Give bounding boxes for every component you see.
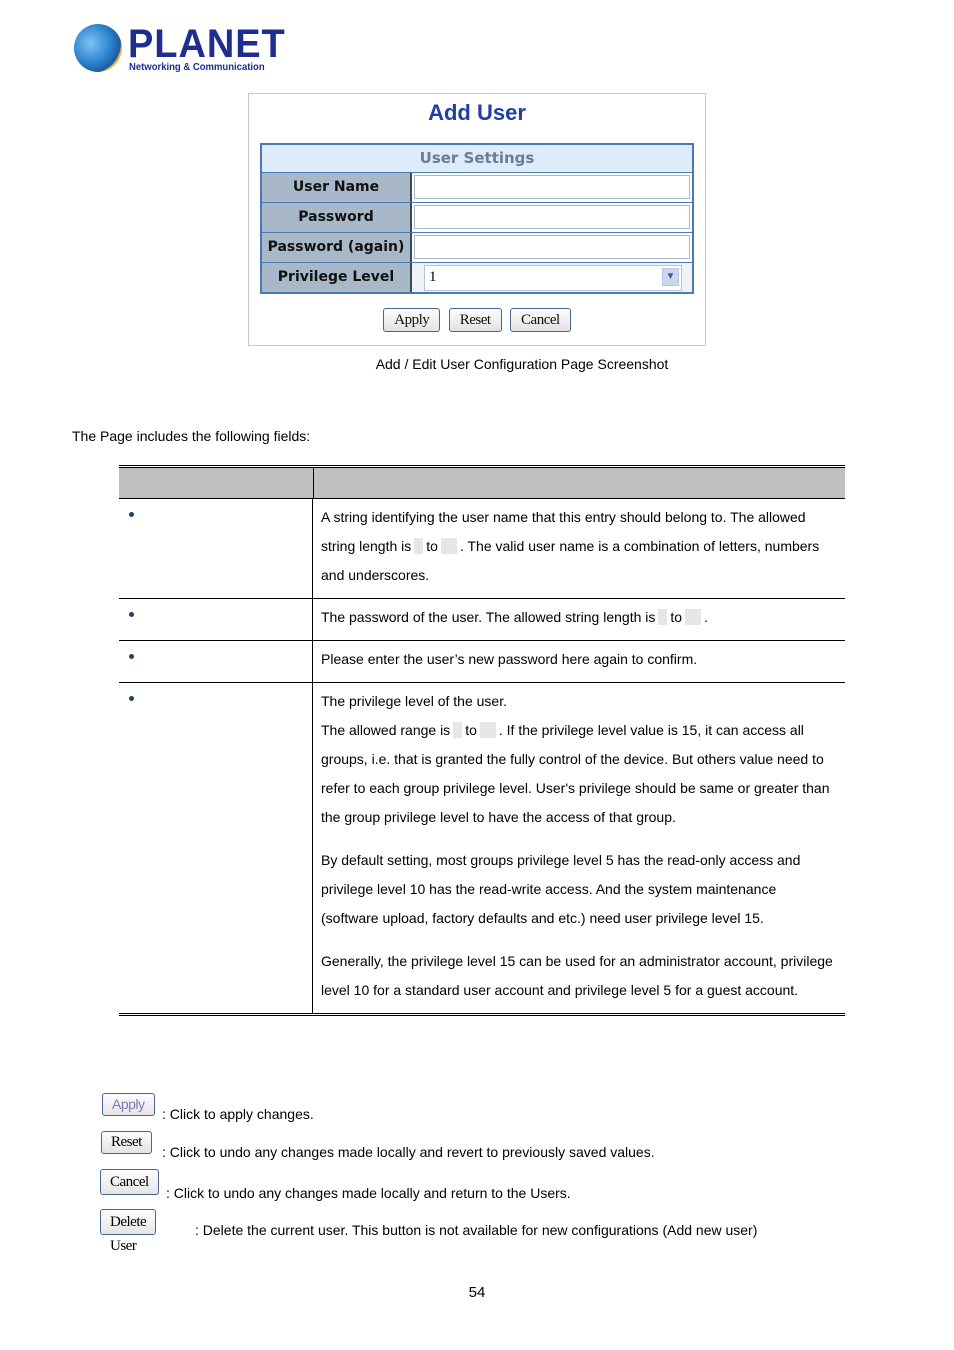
- privilege-level-label: Privilege Level: [262, 263, 412, 292]
- redacted-value: [414, 538, 424, 554]
- redacted-value: [453, 722, 463, 738]
- row-password-again: Password (again): [262, 233, 692, 263]
- desc-text: .: [704, 609, 708, 625]
- legend-text: : Click to undo any changes made locally…: [162, 1144, 655, 1160]
- header-object: [119, 468, 314, 498]
- globe-icon: [74, 24, 122, 72]
- desc-text: to: [426, 538, 438, 554]
- legend-text: : Click to undo any changes made locally…: [166, 1185, 571, 1201]
- user-settings-table: User Settings User Name Password Passwor…: [260, 143, 694, 294]
- apply-button[interactable]: Apply: [383, 308, 441, 332]
- privilege-level-select[interactable]: 1 ▼: [424, 265, 682, 291]
- row-user-name: User Name: [262, 173, 692, 203]
- row-description: The privilege level of the user. The all…: [313, 683, 845, 1013]
- table-row: Please enter the user’s new password her…: [119, 641, 845, 683]
- delete-user-button[interactable]: Delete User: [100, 1209, 157, 1254]
- bullet-icon: [129, 612, 134, 617]
- legend-text: : Click to apply changes.: [162, 1106, 314, 1122]
- password-again-label: Password (again): [262, 233, 412, 262]
- user-name-input[interactable]: [414, 175, 690, 199]
- desc-paragraph: Generally, the privilege level 15 can be…: [321, 953, 833, 998]
- table-row: The password of the user. The allowed st…: [119, 599, 845, 641]
- row-description: Please enter the user’s new password her…: [321, 651, 698, 667]
- section-header: User Settings: [262, 145, 692, 173]
- intro-text: The Page includes the following fields:: [72, 428, 311, 444]
- user-name-label: User Name: [262, 173, 412, 202]
- cancel-button[interactable]: Cancel: [100, 1169, 159, 1195]
- table-header: [119, 468, 845, 499]
- redacted-value: [685, 609, 702, 625]
- fields-table: A string identifying the user name that …: [119, 465, 845, 1016]
- cancel-button[interactable]: Cancel: [510, 308, 571, 332]
- add-user-screenshot: Add User User Settings User Name Passwor…: [248, 93, 706, 346]
- password-input[interactable]: [414, 205, 690, 229]
- password-again-input[interactable]: [414, 235, 690, 259]
- redacted-value: [479, 722, 496, 738]
- chevron-down-icon[interactable]: ▼: [662, 268, 679, 286]
- page-title: Add User: [428, 100, 526, 125]
- privilege-level-value: 1: [429, 269, 437, 285]
- bullet-icon: [129, 512, 134, 517]
- logo-tagline: Networking & Communication: [129, 62, 265, 73]
- table-row: The privilege level of the user. The all…: [119, 683, 845, 1016]
- bullet-icon: [129, 654, 134, 659]
- desc-paragraph: The allowed range is to. If the privilege…: [321, 722, 830, 825]
- legend-text: : Delete the current user. This button i…: [195, 1222, 758, 1238]
- row-privilege-level: Privilege Level 1 ▼: [262, 263, 692, 292]
- form-buttons: Apply Reset Cancel: [249, 308, 705, 332]
- logo-brand: PLANET: [128, 22, 286, 66]
- reset-button[interactable]: Reset: [101, 1131, 152, 1154]
- password-label: Password: [262, 203, 412, 232]
- desc-text: The password of the user. The allowed st…: [321, 609, 656, 625]
- desc-text: The privilege level of the user.: [321, 693, 507, 709]
- row-description: The password of the user. The allowed st…: [313, 599, 845, 640]
- planet-logo: PLANET Networking & Communication: [72, 22, 285, 78]
- desc-paragraph: By default setting, most groups privileg…: [321, 852, 801, 926]
- apply-button[interactable]: Apply: [102, 1093, 155, 1116]
- desc-text: to: [670, 609, 683, 625]
- table-row: A string identifying the user name that …: [119, 499, 845, 599]
- row-password: Password: [262, 203, 692, 233]
- redacted-value: [658, 609, 668, 625]
- row-description: A string identifying the user name that …: [313, 499, 845, 598]
- figure-caption: Add / Edit User Configuration Page Scree…: [375, 356, 669, 372]
- redacted-value: [440, 538, 457, 554]
- bullet-icon: [129, 696, 134, 701]
- reset-button[interactable]: Reset: [448, 308, 502, 332]
- page-number: 54: [468, 1284, 486, 1301]
- header-description: [314, 468, 845, 498]
